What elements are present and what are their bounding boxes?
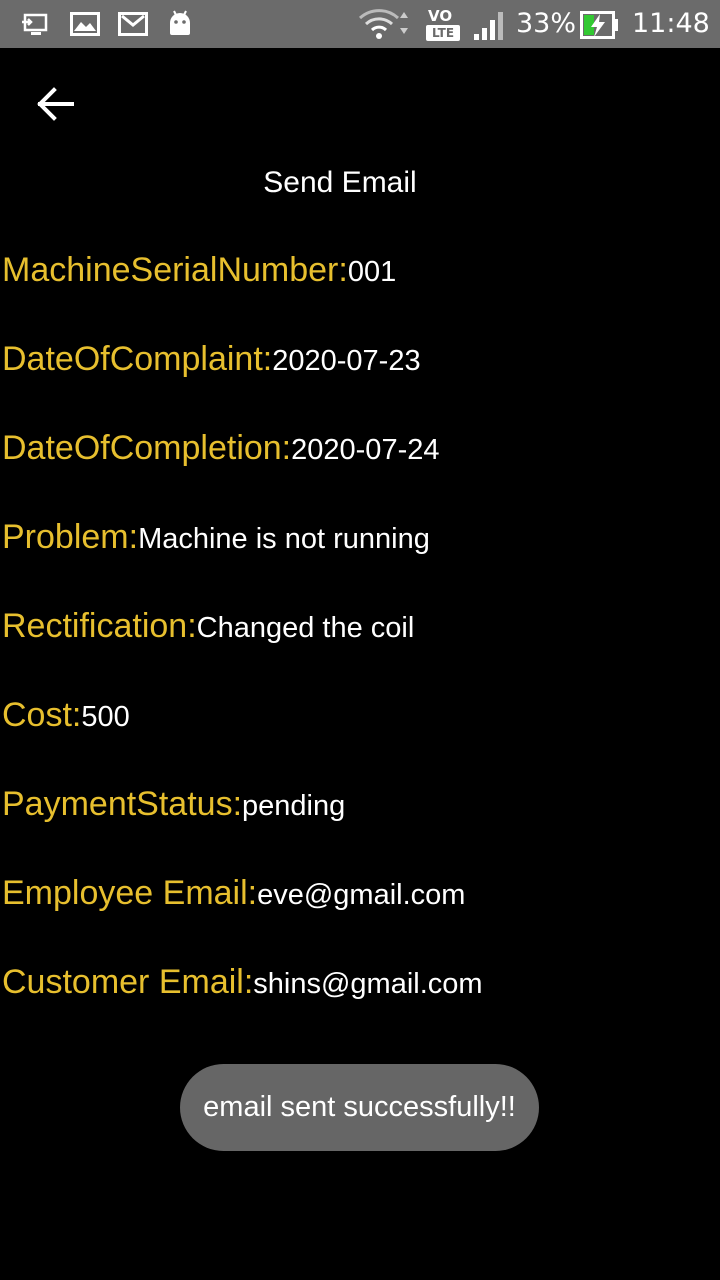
screen-cast-icon [22, 13, 48, 35]
detail-row-employee-email: Employee Email:eve@gmail.com [2, 871, 465, 922]
detail-row-cost: Cost:500 [2, 693, 130, 744]
detail-row-date-of-completion: DateOfCompletion:2020-07-24 [2, 426, 439, 477]
signal-icon [474, 12, 503, 40]
detail-row-customer-email: Customer Email:shins@gmail.com [2, 960, 483, 1011]
detail-row-machine-serial-number: MachineSerialNumber:001 [2, 248, 396, 299]
detail-row-date-of-complaint: DateOfComplaint:2020-07-23 [2, 337, 421, 388]
date-of-complaint-value: 2020-07-23 [272, 345, 421, 377]
problem-label: Problem: [2, 518, 139, 556]
status-bar: VO LTE 33% 11:48 [0, 0, 720, 48]
arrow-back-icon [37, 87, 74, 121]
battery-charging-icon [580, 11, 618, 39]
customer-email-label: Customer Email: [2, 963, 254, 1001]
date-of-complaint-label: DateOfComplaint: [2, 340, 273, 378]
wifi-icon [358, 9, 408, 39]
employee-email-label: Employee Email: [2, 874, 258, 912]
customer-email-value: shins@gmail.com [253, 968, 483, 1000]
cost-label: Cost: [2, 696, 82, 734]
detail-row-problem: Problem:Machine is not running [2, 515, 430, 566]
gmail-icon [118, 12, 148, 36]
volte-label-bottom: LTE [426, 25, 460, 41]
toast-message: email sent successfully!! [180, 1064, 539, 1151]
machine-serial-number-value: 001 [347, 256, 397, 288]
payment-status-value: pending [242, 790, 346, 822]
rectification-value: Changed the coil [196, 612, 415, 644]
date-of-completion-label: DateOfCompletion: [2, 429, 292, 467]
image-icon [70, 12, 100, 36]
problem-value: Machine is not running [138, 523, 430, 555]
rectification-label: Rectification: [2, 607, 197, 645]
payment-status-label: PaymentStatus: [2, 785, 243, 823]
date-of-completion-value: 2020-07-24 [291, 434, 440, 466]
machine-serial-number-label: MachineSerialNumber: [2, 251, 348, 289]
employee-email-value: eve@gmail.com [257, 879, 466, 911]
volte-icon: VO LTE [426, 8, 462, 42]
volte-label-top: VO [428, 7, 453, 25]
page-title: Send Email [263, 166, 417, 199]
clock: 11:48 [632, 8, 710, 39]
cost-value: 500 [81, 701, 130, 733]
battery-percent: 33% [516, 8, 577, 39]
back-button[interactable] [24, 72, 88, 136]
detail-row-rectification: Rectification:Changed the coil [2, 604, 414, 655]
detail-row-payment-status: PaymentStatus:pending [2, 782, 345, 833]
android-icon [170, 10, 190, 35]
